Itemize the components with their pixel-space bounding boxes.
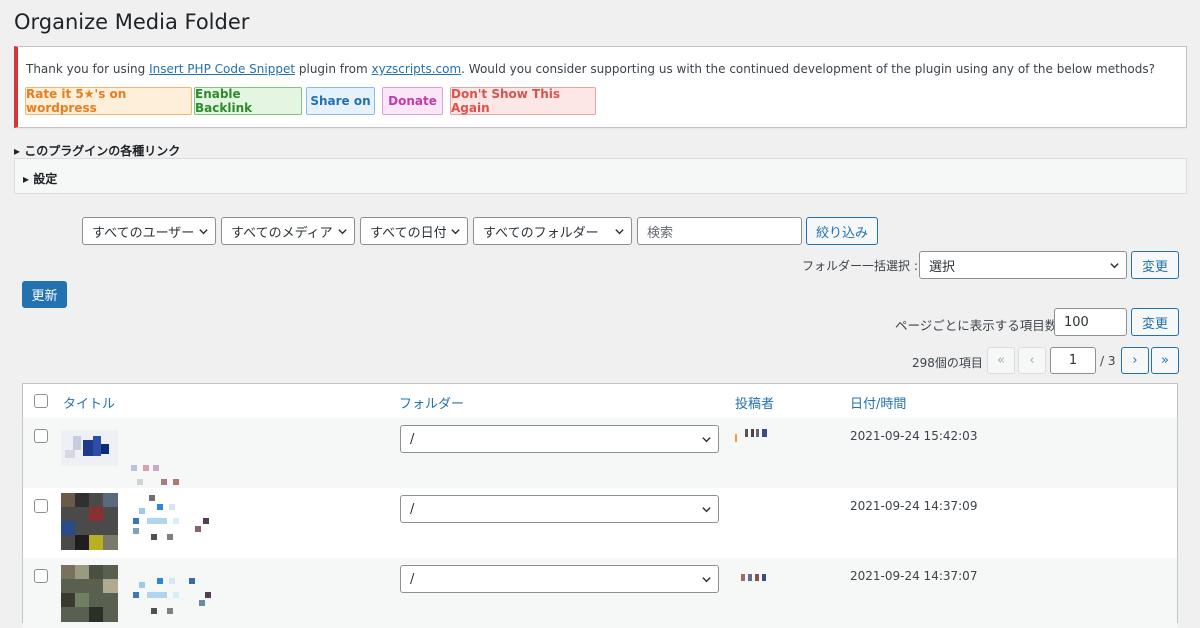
filter-button[interactable]: 絞り込み bbox=[806, 217, 878, 245]
chevron-down-icon bbox=[615, 229, 624, 235]
support-notice: Thank you for using Insert PHP Code Snip… bbox=[14, 46, 1187, 128]
plugin-link[interactable]: Insert PHP Code Snippet bbox=[149, 62, 295, 76]
chevron-down-icon bbox=[702, 507, 711, 513]
settings-toggle[interactable]: ▸ 設定 bbox=[23, 170, 57, 187]
bulk-apply-button[interactable]: 変更 bbox=[1131, 251, 1179, 279]
chevron-down-icon bbox=[702, 577, 711, 583]
item-count: 298個の項目 bbox=[912, 356, 983, 370]
site-link[interactable]: xyzscripts.com bbox=[372, 62, 462, 76]
prev-page-button[interactable]: ‹ bbox=[1018, 347, 1046, 374]
date-filter-select[interactable]: すべての日付 bbox=[360, 217, 468, 245]
folder-select[interactable]: / bbox=[400, 425, 719, 453]
enable-backlink-button[interactable]: Enable Backlink bbox=[194, 87, 302, 115]
per-page-input[interactable]: 100 bbox=[1054, 308, 1127, 336]
column-folder[interactable]: フォルダー bbox=[399, 393, 464, 412]
first-page-button[interactable]: « bbox=[987, 347, 1015, 374]
next-page-button[interactable]: › bbox=[1121, 347, 1149, 374]
chevron-down-icon bbox=[1110, 263, 1119, 269]
last-page-button[interactable]: » bbox=[1151, 347, 1179, 374]
row-checkbox[interactable] bbox=[34, 569, 48, 583]
column-author[interactable]: 投稿者 bbox=[735, 393, 774, 412]
upload-date: 2021-09-24 14:37:09 bbox=[850, 499, 978, 513]
chevron-down-icon bbox=[702, 437, 711, 443]
update-button[interactable]: 更新 bbox=[22, 281, 67, 308]
chevron-down-icon bbox=[451, 229, 460, 235]
media-thumbnail[interactable] bbox=[61, 565, 118, 622]
table-row: / 2021-09-24 15:42:03 bbox=[23, 418, 1177, 501]
select-all-checkbox[interactable] bbox=[34, 394, 48, 408]
table-row: / 2021-09-24 14:37:09 bbox=[23, 488, 1177, 558]
chevron-down-icon bbox=[338, 229, 347, 235]
folder-filter-select[interactable]: すべてのフォルダー bbox=[473, 217, 632, 245]
row-checkbox[interactable] bbox=[34, 429, 48, 443]
bulk-folder-label: フォルダー一括選択 : bbox=[802, 259, 918, 273]
page-title: Organize Media Folder bbox=[14, 10, 250, 34]
per-page-apply-button[interactable]: 変更 bbox=[1131, 308, 1179, 336]
upload-date: 2021-09-24 14:37:07 bbox=[850, 569, 978, 583]
dont-show-again-button[interactable]: Don't Show This Again bbox=[450, 87, 596, 115]
media-thumbnail[interactable] bbox=[61, 430, 118, 487]
per-page-label: ページごとに表示する項目数: bbox=[895, 318, 1062, 333]
column-title[interactable]: タイトル bbox=[63, 393, 115, 412]
media-thumbnail[interactable] bbox=[61, 493, 118, 550]
share-button[interactable]: Share on bbox=[306, 87, 375, 115]
donate-button[interactable]: Donate bbox=[382, 87, 443, 115]
current-page-input[interactable]: 1 bbox=[1050, 347, 1096, 374]
row-checkbox[interactable] bbox=[34, 499, 48, 513]
notice-message: Thank you for using Insert PHP Code Snip… bbox=[26, 62, 1155, 76]
media-filter-select[interactable]: すべてのメディア bbox=[221, 217, 355, 245]
column-date[interactable]: 日付/時間 bbox=[850, 393, 906, 412]
bulk-folder-select[interactable]: 選択 bbox=[919, 251, 1127, 279]
settings-panel: ▸ 設定 bbox=[14, 158, 1187, 194]
media-table: タイトル フォルダー 投稿者 日付/時間 / 2021-09-24 15:42:… bbox=[22, 383, 1178, 628]
folder-select[interactable]: / bbox=[400, 495, 719, 523]
chevron-down-icon bbox=[199, 229, 208, 235]
search-input[interactable]: 検索 bbox=[637, 217, 802, 245]
plugin-links-toggle[interactable]: ▸ このプラグインの各種リンク bbox=[14, 142, 180, 159]
rate-button[interactable]: Rate it 5★'s on wordpress bbox=[25, 87, 192, 115]
table-header: タイトル フォルダー 投稿者 日付/時間 bbox=[23, 384, 1177, 419]
total-pages: / 3 bbox=[1100, 354, 1116, 368]
folder-select[interactable]: / bbox=[400, 565, 719, 593]
users-filter-select[interactable]: すべてのユーザー bbox=[82, 217, 216, 245]
upload-date: 2021-09-24 15:42:03 bbox=[850, 429, 978, 443]
